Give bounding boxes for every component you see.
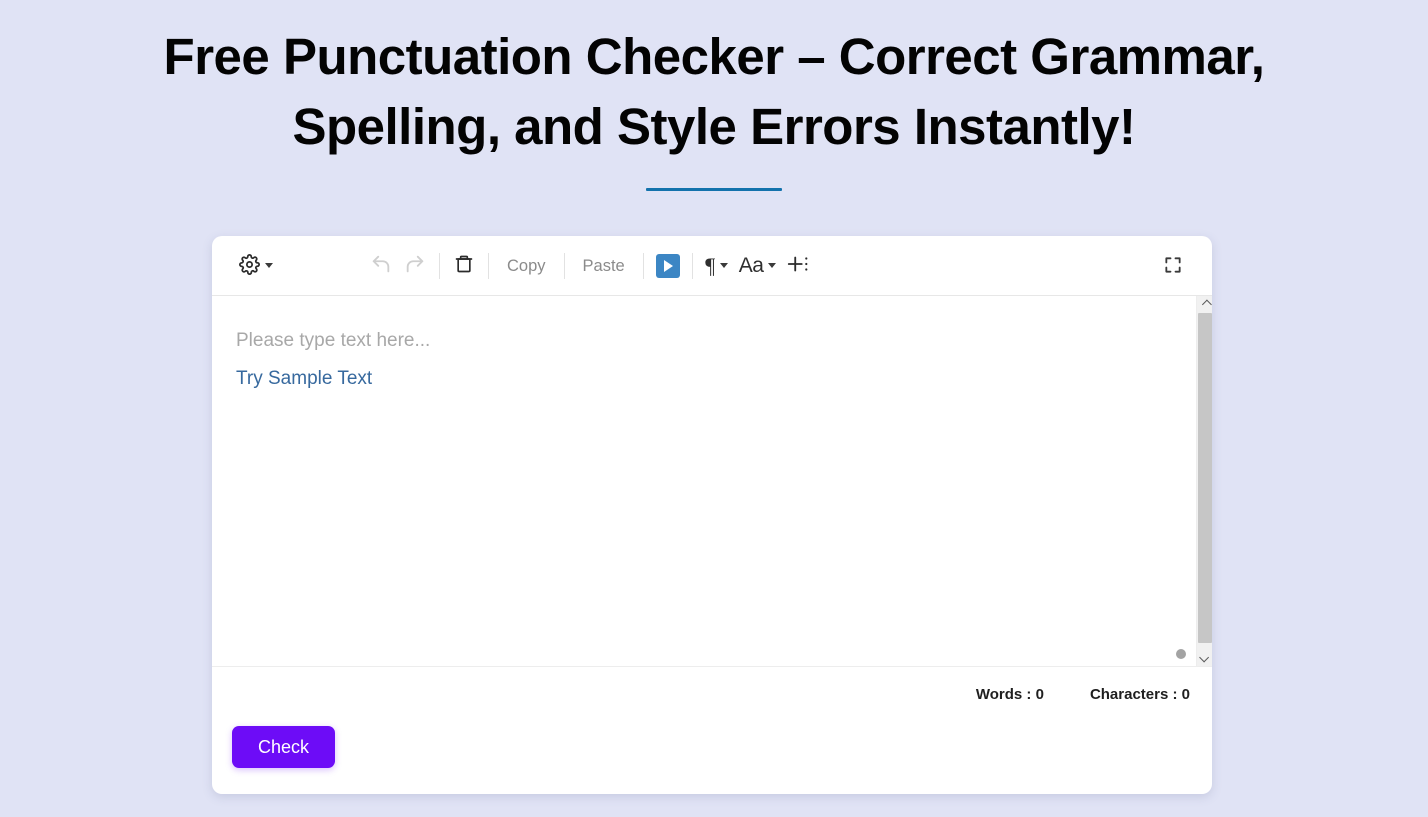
editor-scrollbar[interactable] <box>1196 296 1212 666</box>
redo-button[interactable] <box>398 249 432 283</box>
chevron-down-icon <box>768 263 776 268</box>
trash-icon <box>454 254 474 277</box>
redo-icon <box>404 253 426 278</box>
character-count: Characters : 0 <box>1090 686 1190 703</box>
chevron-down-icon <box>1199 653 1209 663</box>
word-count: Words : 0 <box>976 686 1044 703</box>
insert-more-button[interactable] <box>781 249 815 283</box>
title-divider <box>646 188 782 191</box>
toolbar-separator <box>643 253 644 279</box>
toolbar-separator <box>439 253 440 279</box>
pilcrow-icon: ¶ <box>705 255 715 277</box>
toolbar-separator <box>692 253 693 279</box>
speak-button[interactable] <box>651 249 685 283</box>
chevron-down-icon <box>720 263 728 268</box>
play-icon <box>656 254 680 278</box>
fullscreen-button[interactable] <box>1156 249 1190 283</box>
copy-button[interactable]: Copy <box>496 249 557 283</box>
paste-button[interactable]: Paste <box>572 249 636 283</box>
toolbar-separator <box>488 253 489 279</box>
undo-button[interactable] <box>364 249 398 283</box>
chevron-up-icon <box>1201 300 1211 310</box>
font-size-icon: Aa <box>739 255 764 276</box>
scroll-up-button[interactable] <box>1197 296 1212 313</box>
scroll-down-button[interactable] <box>1197 649 1212 666</box>
delete-button[interactable] <box>447 249 481 283</box>
resize-handle[interactable] <box>1176 649 1186 659</box>
status-bar: Words : 0 Characters : 0 <box>212 666 1212 722</box>
editor-card: Copy Paste ¶ Aa <box>212 236 1212 794</box>
fullscreen-icon <box>1163 255 1183 278</box>
toolbar-right-group <box>1156 236 1190 296</box>
editor-body[interactable]: Please type text here... Try Sample Text <box>212 296 1212 666</box>
page-title-line1: Free Punctuation Checker – Correct Gramm… <box>164 28 1265 85</box>
page-title: Free Punctuation Checker – Correct Gramm… <box>124 22 1304 162</box>
settings-button[interactable] <box>234 249 278 283</box>
plus-more-icon <box>786 253 810 278</box>
editor-text-area[interactable]: Please type text here... Try Sample Text <box>212 296 1212 392</box>
card-footer: Check <box>212 722 1212 768</box>
page-header: Free Punctuation Checker – Correct Gramm… <box>0 0 1428 191</box>
check-button[interactable]: Check <box>232 726 335 768</box>
toolbar-separator <box>564 253 565 279</box>
gear-icon <box>239 254 260 278</box>
undo-icon <box>370 253 392 278</box>
try-sample-text-link[interactable]: Try Sample Text <box>236 366 372 392</box>
editor-toolbar: Copy Paste ¶ Aa <box>212 236 1212 296</box>
scrollbar-thumb[interactable] <box>1198 313 1212 643</box>
page-title-line2: Spelling, and Style Errors Instantly! <box>292 98 1135 155</box>
paragraph-format-button[interactable]: ¶ <box>700 249 734 283</box>
font-size-button[interactable]: Aa <box>734 249 782 283</box>
chevron-down-icon <box>265 263 273 268</box>
editor-placeholder: Please type text here... <box>236 328 1186 354</box>
